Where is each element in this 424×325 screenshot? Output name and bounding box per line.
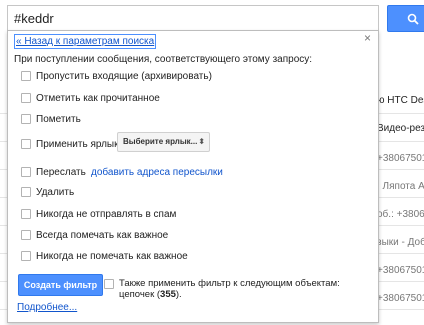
option-star: Пометить bbox=[21, 112, 81, 126]
forward-label: Переслать bbox=[36, 166, 86, 178]
search-input[interactable]: #keddr bbox=[7, 5, 379, 32]
star-checkbox[interactable] bbox=[21, 114, 31, 124]
option-never-important: Никогда не помечать как важное bbox=[21, 249, 188, 263]
also-apply-checkbox[interactable] bbox=[104, 279, 114, 289]
delete-label: Удалить bbox=[36, 186, 75, 198]
also-apply-label: Также применить фильтр к следующим объек… bbox=[119, 278, 340, 300]
option-mark-read: Отметить как прочитанное bbox=[21, 91, 160, 105]
apply-label-label: Применить ярлык: bbox=[36, 138, 122, 150]
dropdown-arrows-icon: ⬍ bbox=[198, 137, 205, 146]
mark-read-checkbox[interactable] bbox=[21, 93, 31, 103]
list-item-text: +38067501 bbox=[377, 265, 424, 276]
list-item-text: , Ляпота А bbox=[377, 181, 424, 192]
skip-inbox-checkbox[interactable] bbox=[21, 71, 31, 81]
list-item-text: об.: +3806 bbox=[377, 209, 424, 220]
filter-intro-text: При поступлении сообщения, соответствующ… bbox=[14, 54, 313, 65]
never-spam-label: Никогда не отправлять в спам bbox=[36, 208, 177, 220]
never-important-checkbox[interactable] bbox=[21, 251, 31, 261]
star-label: Пометить bbox=[36, 113, 81, 125]
delete-checkbox[interactable] bbox=[21, 187, 31, 197]
list-item-text: зыки - Доб bbox=[377, 237, 424, 248]
forward-checkbox[interactable] bbox=[21, 167, 31, 177]
option-always-important: Всегда помечать как важное bbox=[21, 228, 168, 242]
search-query: #keddr bbox=[14, 11, 54, 26]
search-button[interactable] bbox=[387, 5, 424, 32]
always-important-checkbox[interactable] bbox=[21, 230, 31, 240]
list-item-text: ю HTC Des bbox=[377, 95, 424, 106]
also-apply-option: Также применить фильтр к следующим объек… bbox=[104, 278, 359, 300]
option-skip-inbox: Пропустить входящие (архивировать) bbox=[21, 69, 212, 83]
skip-inbox-label: Пропустить входящие (архивировать) bbox=[36, 70, 212, 82]
back-to-search-options-link[interactable]: « Назад к параметрам поиска bbox=[14, 34, 157, 49]
search-icon bbox=[407, 13, 419, 25]
always-important-label: Всегда помечать как важное bbox=[36, 229, 169, 241]
never-important-label: Никогда не помечать как важное bbox=[36, 250, 188, 262]
mark-read-label: Отметить как прочитанное bbox=[36, 92, 160, 104]
option-forward: Переслать bbox=[21, 165, 86, 179]
option-apply-label: Применить ярлык: bbox=[21, 137, 121, 151]
never-spam-checkbox[interactable] bbox=[21, 209, 31, 219]
close-icon[interactable]: × bbox=[364, 31, 371, 45]
create-filter-button[interactable]: Создать фильтр bbox=[18, 274, 103, 296]
list-item-text: +38067501 bbox=[377, 153, 424, 164]
add-forwarding-address-link[interactable]: добавить адреса пересылки bbox=[91, 167, 223, 178]
label-select-dropdown[interactable]: Выберите ярлык... ⬍ bbox=[117, 132, 210, 152]
thread-count: 355 bbox=[160, 289, 176, 300]
learn-more-link[interactable]: Подробнее... bbox=[17, 302, 77, 313]
option-never-spam: Никогда не отправлять в спам bbox=[21, 207, 176, 221]
list-item-text: Видео-резе bbox=[377, 123, 424, 134]
option-delete: Удалить bbox=[21, 185, 74, 199]
filter-dialog: « Назад к параметрам поиска × При поступ… bbox=[7, 30, 379, 323]
list-item-text: +38067501 bbox=[377, 293, 424, 304]
apply-label-checkbox[interactable] bbox=[21, 139, 31, 149]
label-select-value: Выберите ярлык... bbox=[123, 137, 198, 146]
